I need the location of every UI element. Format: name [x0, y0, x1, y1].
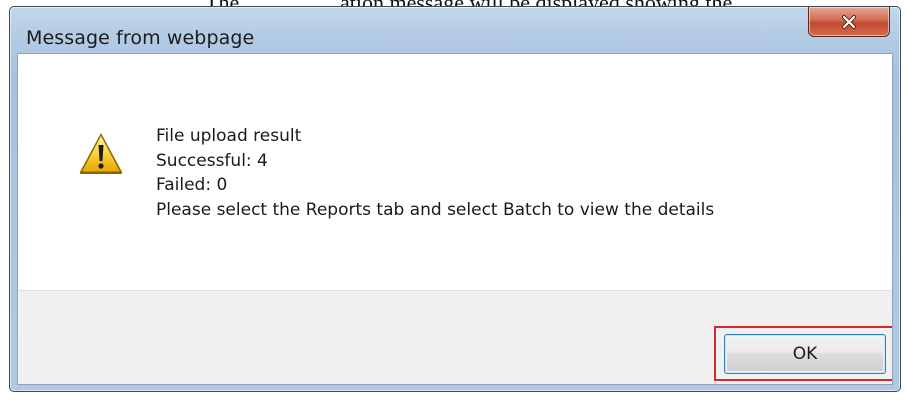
message-text: File upload result Successful: 4 Failed:…: [156, 124, 714, 222]
message-line: Successful: 4: [156, 150, 268, 171]
dialog-body: File upload result Successful: 4 Failed:…: [17, 53, 893, 385]
dialog-title: Message from webpage: [26, 27, 255, 49]
warning-icon: [79, 133, 123, 174]
close-button[interactable]: [808, 7, 890, 37]
message-dialog: Message from webpage File upload result …: [9, 6, 901, 392]
dialog-button-strip: OK: [18, 290, 892, 384]
ok-button[interactable]: OK: [724, 334, 886, 374]
close-icon: [842, 14, 856, 29]
message-line: File upload result: [156, 126, 302, 146]
message-line: Failed: 0: [156, 175, 228, 195]
message-line: Please select the Reports tab and select…: [156, 199, 715, 220]
